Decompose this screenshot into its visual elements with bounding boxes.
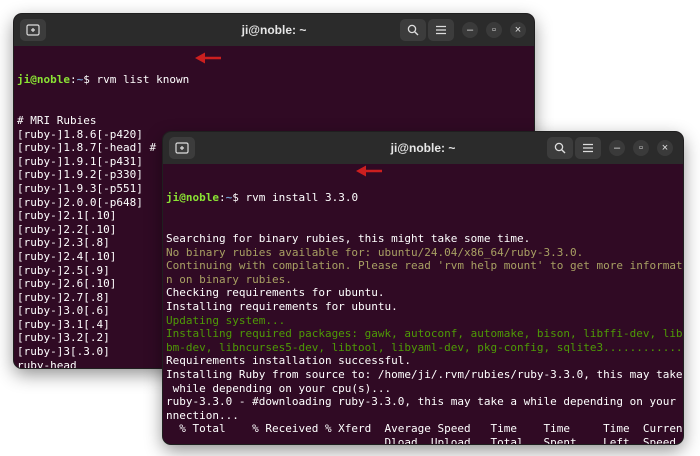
output-line-text: Installing required packages: gawk, auto… bbox=[166, 327, 683, 341]
search-icon[interactable] bbox=[547, 137, 573, 159]
minimize-icon[interactable]: – bbox=[609, 140, 625, 156]
output-line: bm-dev, libncurses5-dev, libtool, libyam… bbox=[166, 341, 683, 355]
output-line-text: No binary rubies available for: ubuntu/2… bbox=[166, 245, 584, 259]
output-line: # MRI Rubies bbox=[17, 113, 97, 127]
prompt-user: ji@noble bbox=[166, 191, 219, 205]
output-line-text: Requirements installation successful. bbox=[166, 354, 412, 368]
output-line-text: % Total % Received % Xferd Average Speed… bbox=[166, 422, 683, 436]
prompt-separator: : bbox=[218, 191, 226, 205]
back-titlebar[interactable]: ji@noble: ~ – ▫ × bbox=[14, 14, 534, 46]
output-line: Dload Upload Total Spent Left Speed bbox=[166, 436, 683, 444]
output-line-text: Installing requirements for ubuntu. bbox=[166, 299, 398, 313]
minimize-icon[interactable]: – bbox=[462, 22, 478, 38]
menu-icon[interactable] bbox=[428, 19, 454, 41]
output-line-text: Updating system... bbox=[166, 313, 286, 327]
prompt-line: ji@noble:~$ rvm list known bbox=[17, 73, 534, 87]
output-line-text: n on binary rubies. bbox=[166, 272, 292, 286]
close-icon[interactable]: × bbox=[510, 22, 526, 38]
output-line-text: while depending on your cpu(s)... bbox=[166, 381, 392, 395]
close-icon[interactable]: × bbox=[657, 140, 673, 156]
output-line-text: Continuing with compilation. Please read… bbox=[166, 259, 683, 273]
output-line-text: Searching for binary rubies, this might … bbox=[166, 231, 531, 245]
output-line: ruby-3.3.0 - #downloading ruby-3.3.0, th… bbox=[166, 395, 683, 409]
output-line: Checking requirements for ubuntu. bbox=[166, 286, 683, 300]
output-line: Installing required packages: gawk, auto… bbox=[166, 327, 683, 341]
maximize-icon[interactable]: ▫ bbox=[486, 22, 502, 38]
output-line: n on binary rubies. bbox=[166, 273, 683, 287]
maximize-icon[interactable]: ▫ bbox=[633, 140, 649, 156]
menu-icon[interactable] bbox=[575, 137, 601, 159]
prompt-symbol: $ bbox=[232, 191, 246, 205]
output-line: while depending on your cpu(s)... bbox=[166, 382, 683, 396]
output-line-text: nnection... bbox=[166, 408, 239, 422]
prompt-separator: : bbox=[69, 73, 77, 87]
command-text: rvm list known bbox=[96, 73, 190, 87]
command-text: rvm install 3.3.0 bbox=[245, 191, 359, 205]
output-line-text: Checking requirements for ubuntu. bbox=[166, 286, 385, 300]
output-line: Continuing with compilation. Please read… bbox=[166, 259, 683, 273]
output-line: Updating system... bbox=[166, 314, 683, 328]
front-terminal-window[interactable]: ji@noble: ~ – ▫ × ji@noble:~$ rvm instal… bbox=[163, 132, 683, 444]
output-line-text: bm-dev, libncurses5-dev, libtool, libyam… bbox=[166, 340, 683, 354]
output-line-text: Dload Upload Total Spent Left Speed bbox=[166, 435, 676, 444]
front-titlebar[interactable]: ji@noble: ~ – ▫ × bbox=[163, 132, 683, 164]
window-title: ji@noble: ~ bbox=[390, 141, 456, 155]
output-line: Searching for binary rubies, this might … bbox=[166, 232, 683, 246]
front-terminal-output[interactable]: ji@noble:~$ rvm install 3.3.0 Searching … bbox=[166, 164, 683, 444]
prompt-user: ji@noble bbox=[17, 73, 70, 87]
output-line: No binary rubies available for: ubuntu/2… bbox=[166, 246, 683, 260]
output-line: nnection... bbox=[166, 409, 683, 423]
output-line: Installing Ruby from source to: /home/ji… bbox=[166, 368, 683, 382]
output-line-text: ruby-3.3.0 - #downloading ruby-3.3.0, th… bbox=[166, 395, 683, 409]
output-line: Requirements installation successful. bbox=[166, 354, 683, 368]
annotation-arrow-icon bbox=[356, 165, 382, 177]
search-icon[interactable] bbox=[400, 19, 426, 41]
prompt-symbol: $ bbox=[83, 73, 97, 87]
annotation-arrow-icon bbox=[195, 52, 221, 64]
output-line: % Total % Received % Xferd Average Speed… bbox=[166, 422, 683, 436]
output-line: Installing requirements for ubuntu. bbox=[166, 300, 683, 314]
prompt-line: ji@noble:~$ rvm install 3.3.0 bbox=[166, 191, 683, 205]
output-line-text: Installing Ruby from source to: /home/ji… bbox=[166, 367, 683, 381]
window-title: ji@noble: ~ bbox=[241, 23, 307, 37]
